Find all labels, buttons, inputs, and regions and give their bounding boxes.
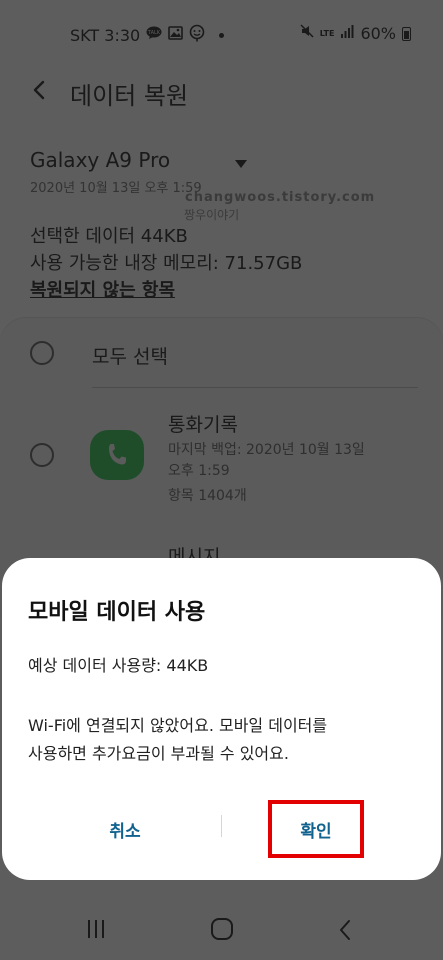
watermark-url: changwoos.tistory.com — [185, 190, 376, 205]
carrier-time: SKT 3:30 — [70, 26, 141, 45]
app-bar: 데이터 복원 — [0, 70, 443, 114]
status-left: SKT 3:30 TALK — [70, 24, 225, 47]
available-memory: 사용 가능한 내장 메모리: 71.57GB — [30, 253, 303, 274]
dialog-message-line2: 사용하면 추가요금이 부과될 수 있어요. — [28, 744, 289, 763]
dialog-title: 모바일 데이터 사용 — [28, 600, 206, 625]
select-all-label[interactable]: 모두 선택 — [92, 342, 168, 369]
device-backup-date: 2020년 10월 13일 오후 1:59 — [30, 181, 202, 196]
list-divider — [92, 387, 418, 388]
network-type: LTE — [319, 29, 335, 38]
call-log-radio[interactable] — [30, 443, 54, 467]
battery-icon — [402, 26, 411, 41]
talk-bubble-icon: TALK — [146, 26, 162, 45]
call-log-backup-date: 마지막 백업: 2020년 10월 13일 — [168, 442, 365, 458]
button-divider — [221, 815, 222, 837]
recents-icon[interactable] — [88, 920, 104, 938]
signal-icon — [340, 24, 354, 43]
page-title: 데이터 복원 — [70, 82, 189, 110]
phone-icon — [90, 430, 144, 480]
device-name[interactable]: Galaxy A9 Pro — [30, 148, 170, 172]
not-restored-items-link[interactable]: 복원되지 않는 항목 — [30, 276, 175, 302]
nav-back-icon[interactable] — [338, 919, 352, 945]
battery-percent: 60% — [360, 24, 396, 43]
emoji-icon — [189, 24, 205, 47]
dialog-message-line1: Wi-Fi에 연결되지 않았어요. 모바일 데이터를 — [28, 716, 328, 735]
call-log-title[interactable]: 통화기록 — [168, 410, 238, 437]
cancel-button[interactable]: 취소 — [60, 800, 190, 858]
chevron-left-icon — [33, 80, 45, 100]
dialog-usage: 예상 데이터 사용량: 44KB — [28, 656, 209, 675]
call-log-count: 항목 1404개 — [168, 488, 247, 504]
navigation-bar — [0, 900, 443, 960]
call-log-backup-time: 오후 1:59 — [168, 463, 230, 479]
image-icon — [168, 26, 184, 45]
status-bar: SKT 3:30 TALK LTE 60% — [0, 0, 443, 64]
status-right: LTE 60% — [300, 24, 411, 43]
watermark-name: 짱우이야기 — [184, 208, 240, 222]
dropdown-caret-icon[interactable] — [235, 160, 247, 168]
mute-icon — [300, 24, 314, 43]
confirm-button[interactable]: 확인 — [268, 800, 364, 858]
selected-data-size: 선택한 데이터 44KB — [30, 226, 188, 247]
home-icon[interactable] — [211, 918, 233, 940]
select-all-radio[interactable] — [30, 341, 54, 365]
svg-text:TALK: TALK — [147, 30, 161, 36]
notification-dot — [219, 33, 225, 38]
back-button[interactable] — [26, 76, 54, 104]
